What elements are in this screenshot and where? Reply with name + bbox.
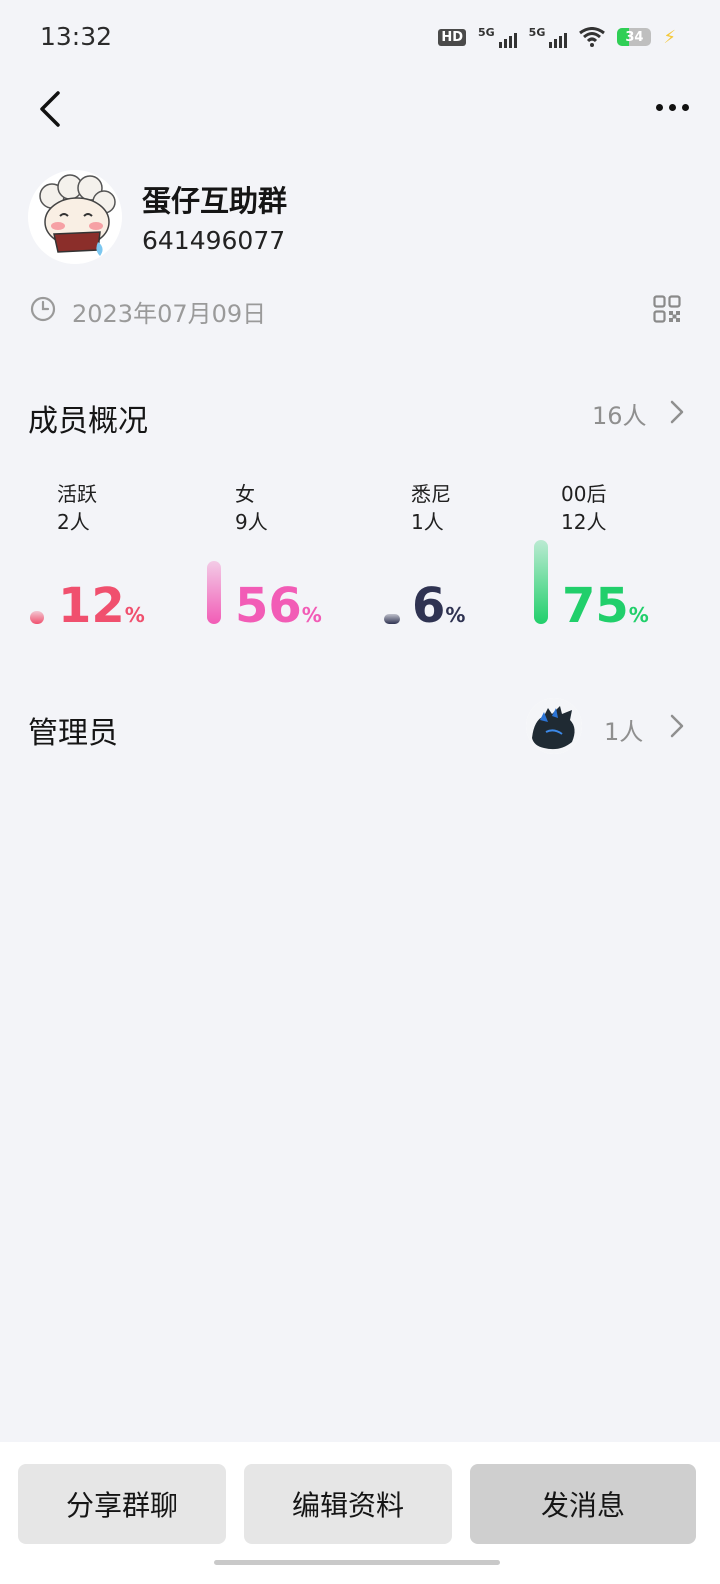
stat-female-percent-sign: %: [301, 603, 322, 627]
stat-active-count: 2人: [57, 510, 90, 534]
edit-profile-button[interactable]: 编辑资料: [244, 1464, 452, 1544]
signal-icon-2: 5G: [529, 26, 568, 48]
stat-sydney-percent-sign: %: [445, 603, 466, 627]
back-icon[interactable]: [34, 88, 74, 130]
stat-active-percent-wrap: 12%: [58, 582, 145, 630]
stat-female-label: 女: [235, 482, 255, 506]
network-label-1: 5G: [477, 26, 495, 39]
wifi-icon: [579, 27, 606, 47]
stat-post00-bar: [534, 540, 548, 624]
group-id: 641496077: [142, 226, 286, 255]
stat-female-count: 9人: [235, 510, 268, 534]
admin-avatar[interactable]: [526, 698, 582, 754]
member-total[interactable]: 16人: [592, 396, 647, 431]
stat-active-percent: 12: [58, 578, 125, 634]
share-group-button[interactable]: 分享群聊: [18, 1464, 226, 1544]
stat-post00-label: 00后: [561, 482, 607, 506]
stat-sydney-bar: [384, 614, 400, 624]
stat-sydney-percent: 6: [412, 578, 446, 634]
stat-active-percent-sign: %: [124, 603, 145, 627]
group-avatar[interactable]: [28, 170, 122, 264]
status-time: 13:32: [40, 22, 113, 51]
admin-count[interactable]: 1人: [604, 712, 643, 747]
stat-female-percent-wrap: 56%: [235, 582, 322, 630]
clock-icon: [30, 296, 56, 322]
send-message-button[interactable]: 发消息: [470, 1464, 696, 1544]
created-date: 2023年07月09日: [72, 300, 267, 328]
stat-post00-percent: 75: [562, 578, 629, 634]
group-name: 蛋仔互助群: [142, 184, 288, 218]
stat-active-bar: [30, 610, 44, 624]
admin-title: 管理员: [28, 716, 118, 751]
charging-icon: ⚡: [663, 26, 676, 48]
status-icons: HD 5G 5G 34 ⚡: [438, 26, 676, 48]
hd-icon: HD: [438, 28, 466, 46]
sheep-avatar-image: [28, 170, 122, 264]
stat-sydney-percent-wrap: 6%: [412, 582, 465, 630]
member-overview-title: 成员概况: [28, 404, 148, 439]
battery-level: 34: [625, 29, 644, 45]
signal-icon-1: 5G: [478, 26, 517, 48]
stat-female-bar: [207, 561, 221, 624]
battery-icon: 34: [617, 28, 652, 46]
chevron-right-icon[interactable]: [668, 712, 686, 740]
stat-post00-percent-sign: %: [628, 603, 649, 627]
home-indicator[interactable]: [214, 1560, 500, 1565]
stat-sydney-label: 悉尼: [411, 482, 451, 506]
stat-active-label: 活跃: [57, 482, 97, 506]
more-icon[interactable]: [656, 98, 692, 116]
network-label-2: 5G: [528, 26, 546, 39]
stat-post00-percent-wrap: 75%: [562, 582, 649, 630]
stat-sydney-count: 1人: [411, 510, 444, 534]
stat-female-percent: 56: [235, 578, 302, 634]
chevron-right-icon[interactable]: [668, 398, 686, 426]
qr-code-icon[interactable]: [653, 295, 681, 323]
stat-post00-count: 12人: [561, 510, 607, 534]
admin-avatar-image: [526, 698, 582, 754]
